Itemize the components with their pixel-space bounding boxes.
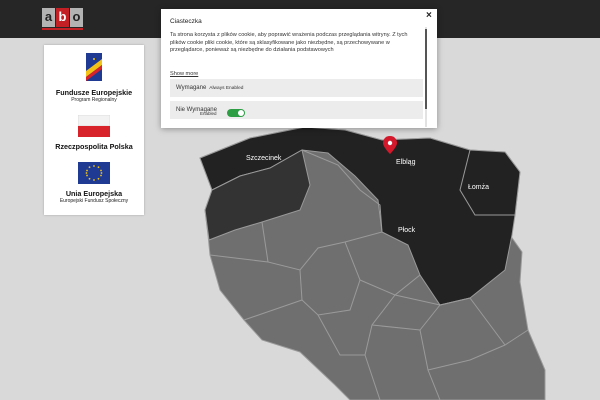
fundusze-europejskie-logo: [86, 53, 102, 81]
cookie-category-optional[interactable]: Nie Wymagane Enabled: [170, 101, 423, 119]
show-more-link[interactable]: Show more: [170, 71, 198, 78]
cookie-category-required[interactable]: Wymagane Always Enabled: [170, 79, 423, 97]
category-state: Always Enabled: [209, 86, 244, 91]
city-label-szczecinek: Szczecinek: [246, 155, 282, 162]
close-icon[interactable]: ×: [426, 11, 432, 21]
modal-scrollbar-thumb[interactable]: [425, 29, 427, 109]
fund-title: Unia Europejska: [65, 189, 123, 198]
polish-flag-icon: [77, 114, 111, 137]
fund-subtitle: Europejski Fundusz Społeczny: [59, 198, 129, 204]
toggle-label: Enabled: [200, 111, 217, 116]
cookie-consent-modal: Ciasteczka × Ta strona korzysta z plików…: [161, 9, 437, 128]
category-label: Wymagane Always Enabled: [176, 84, 243, 93]
fund-title: Fundusze Europejskie: [55, 88, 133, 97]
fund-item-rzeczpospolita: Rzeczpospolita Polska: [44, 114, 144, 151]
optional-cookies-toggle[interactable]: [227, 109, 245, 117]
cookie-description: Ta strona korzysta z plików cookie, aby …: [170, 32, 408, 54]
fund-title: Rzeczpospolita Polska: [55, 142, 133, 151]
city-label-lomza: Łomża: [468, 184, 489, 191]
category-name: Wymagane: [176, 85, 207, 91]
fund-item-unia: Unia Europejska Europejski Fundusz Społe…: [44, 162, 144, 205]
eu-flag-icon: [78, 162, 110, 184]
city-label-plock: Płock: [398, 227, 416, 234]
fund-subtitle: Program Regionalny: [71, 97, 117, 103]
city-label-elblag: Elbląg: [396, 159, 416, 166]
funds-logo-panel: Fundusze Europejskie Program Regionalny …: [44, 45, 144, 215]
fund-item-fundusze: Fundusze Europejskie Program Regionalny: [44, 53, 144, 104]
modal-title: Ciasteczka: [170, 18, 202, 25]
